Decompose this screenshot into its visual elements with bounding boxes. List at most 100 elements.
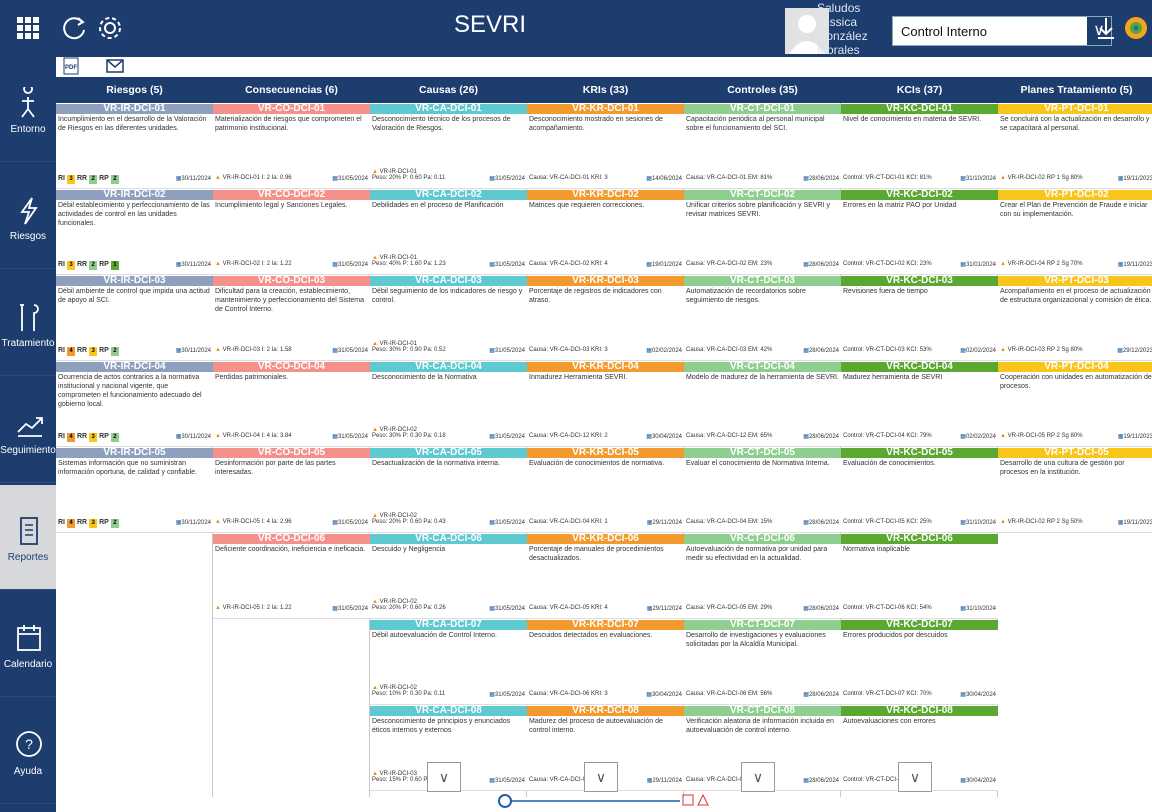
column-header[interactable]: KCIs (37) [841,77,998,103]
card-code[interactable]: VR-CO-DCI-01 [213,104,370,114]
item-card[interactable]: VR-KC-DCI-03 Revisiones fuera de tiempo Co… [841,276,998,361]
card-code[interactable]: VR-CA-DCI-01 [370,104,527,114]
card-code[interactable]: VR-CA-DCI-04 [370,362,527,372]
item-card[interactable]: VR-KR-DCI-01 Desconocimiento mostrado en … [527,104,684,189]
item-card[interactable]: VR-IR-DCI-05 Sistemas información que no … [56,448,213,533]
pdf-icon[interactable]: PDF [62,57,80,75]
card-code[interactable]: VR-IR-DCI-02 [56,190,213,200]
card-code[interactable]: VR-KC-DCI-03 [841,276,998,286]
expand-button[interactable]: ∨ [584,762,618,792]
item-card[interactable]: VR-CA-DCI-04 Desconocimiento de la Normat… [370,362,527,447]
sidebar-item-reportes[interactable]: Reportes [0,485,56,590]
column-header[interactable]: Consecuencias (6) [213,77,370,103]
card-code[interactable]: VR-KC-DCI-06 [841,534,998,544]
item-card[interactable]: VR-PT-DCI-05 Desarrollo de una cultura de… [998,448,1152,533]
card-code[interactable]: VR-CT-DCI-06 [684,534,841,544]
card-code[interactable]: VR-PT-DCI-04 [998,362,1152,372]
item-card[interactable]: VR-CT-DCI-01 Capacitación periódica al pe… [684,104,841,189]
item-card[interactable]: VR-KC-DCI-06 Normativa inaplicable Control… [841,534,998,619]
item-card[interactable]: VR-CO-DCI-03 Dificultad para la creación,… [213,276,370,361]
card-code[interactable]: VR-KR-DCI-08 [527,706,684,716]
card-code[interactable]: VR-CA-DCI-06 [370,534,527,544]
item-card[interactable]: VR-IR-DCI-02 Débil establecimiento y perf… [56,190,213,275]
download-icon[interactable] [1090,12,1122,44]
expand-button[interactable]: ∨ [741,762,775,792]
card-code[interactable]: VR-KC-DCI-04 [841,362,998,372]
item-card[interactable]: VR-KC-DCI-04 Madurez herramienta de SEVRI… [841,362,998,447]
card-code[interactable]: VR-KR-DCI-02 [527,190,684,200]
item-card[interactable]: VR-PT-DCI-03 Acompañamiento en el proceso… [998,276,1152,361]
card-code[interactable]: VR-KR-DCI-05 [527,448,684,458]
card-code[interactable]: VR-CA-DCI-08 [370,706,527,716]
column-header[interactable]: KRIs (33) [527,77,684,103]
card-code[interactable]: VR-KR-DCI-01 [527,104,684,114]
sidebar-item-entorno[interactable]: Entorno [0,57,56,162]
item-card[interactable]: VR-CA-DCI-01 Desconocimiento técnico de l… [370,104,527,189]
item-card[interactable]: VR-CO-DCI-04 Perdidas patrimoniales. ▲ VR-… [213,362,370,447]
column-header[interactable]: Planes Tratamiento (5) [998,77,1152,103]
card-code[interactable]: VR-CO-DCI-03 [213,276,370,286]
card-code[interactable]: VR-PT-DCI-03 [998,276,1152,286]
card-code[interactable]: VR-CO-DCI-06 [213,534,370,544]
item-card[interactable]: VR-CO-DCI-02 Incumplimiento legal y Sanci… [213,190,370,275]
card-code[interactable]: VR-IR-DCI-05 [56,448,213,458]
item-card[interactable]: VR-KR-DCI-06 Porcentaje de manuales de pr… [527,534,684,619]
sidebar-item-riesgos[interactable]: Riesgos [0,164,56,269]
card-code[interactable]: VR-CA-DCI-03 [370,276,527,286]
item-card[interactable]: VR-KC-DCI-02 Errores en la matriz PAO por… [841,190,998,275]
sidebar-item-tratamiento[interactable]: Tratamiento [0,271,56,376]
item-card[interactable]: VR-KC-DCI-07 Errores producidos por descu… [841,620,998,705]
item-card[interactable]: VR-KR-DCI-04 Inmadurez Herramienta SEVRI.… [527,362,684,447]
item-card[interactable]: VR-PT-DCI-04 Cooperación con unidades en … [998,362,1152,447]
card-code[interactable]: VR-IR-DCI-01 [56,104,213,114]
apps-grid-icon[interactable] [12,12,44,44]
item-card[interactable]: VR-CA-DCI-07 Débil autoevaluación de Cont… [370,620,527,705]
timeline-slider[interactable] [490,793,720,809]
column-header[interactable]: Riesgos (5) [56,77,213,103]
card-code[interactable]: VR-KR-DCI-06 [527,534,684,544]
item-card[interactable]: VR-CA-DCI-08 Desconocimiento de principio… [370,706,527,792]
card-code[interactable]: VR-CT-DCI-01 [684,104,841,114]
card-code[interactable]: VR-CO-DCI-05 [213,448,370,458]
column-header[interactable]: Controles (35) [684,77,841,103]
card-code[interactable]: VR-CT-DCI-05 [684,448,841,458]
slider-handle[interactable] [498,794,512,808]
card-code[interactable]: VR-CA-DCI-07 [370,620,527,630]
item-card[interactable]: VR-KC-DCI-05 Evaluación de conocimientos.… [841,448,998,533]
item-card[interactable]: VR-CT-DCI-02 Unificar criterios sobre pla… [684,190,841,275]
item-card[interactable]: VR-PT-DCI-01 Se concluirá con la actualiz… [998,104,1152,189]
item-card[interactable]: VR-KC-DCI-08 Autoevaluaciones con errores… [841,706,998,792]
item-card[interactable]: VR-CO-DCI-05 Desinformación por parte de … [213,448,370,533]
item-card[interactable]: VR-KR-DCI-05 Evaluación de conocimientos … [527,448,684,533]
card-code[interactable]: VR-CT-DCI-04 [684,362,841,372]
card-code[interactable]: VR-KC-DCI-01 [841,104,998,114]
item-card[interactable]: VR-CA-DCI-06 Descuido y Negligencia ▲ VR-I… [370,534,527,619]
sidebar-item-seguimiento[interactable]: Seguimiento [0,378,56,483]
item-card[interactable]: VR-KC-DCI-01 Nivel de conocimiento en mat… [841,104,998,189]
item-card[interactable]: VR-PT-DCI-02 Crear el Plan de Prevención … [998,190,1152,275]
sidebar-item-calendario[interactable]: Calendario [0,592,56,697]
card-code[interactable]: VR-KC-DCI-08 [841,706,998,716]
card-code[interactable]: VR-CT-DCI-03 [684,276,841,286]
item-card[interactable]: VR-CT-DCI-03 Automatización de recordator… [684,276,841,361]
column-header[interactable]: Causas (26) [370,77,527,103]
entity-select[interactable]: Control Interno ∨ [892,16,1112,46]
item-card[interactable]: VR-CT-DCI-06 Autoevaluación de normativa … [684,534,841,619]
item-card[interactable]: VR-CA-DCI-05 Desactualización de la norma… [370,448,527,533]
card-code[interactable]: VR-CT-DCI-08 [684,706,841,716]
card-code[interactable]: VR-CT-DCI-07 [684,620,841,630]
card-code[interactable]: VR-KC-DCI-02 [841,190,998,200]
item-card[interactable]: VR-CT-DCI-08 Verificación aleatoria de in… [684,706,841,792]
gear-icon[interactable] [94,12,126,44]
card-code[interactable]: VR-KR-DCI-07 [527,620,684,630]
item-card[interactable]: VR-IR-DCI-03 Débil ambiente de control qu… [56,276,213,361]
card-code[interactable]: VR-IR-DCI-04 [56,362,213,372]
item-card[interactable]: VR-IR-DCI-04 Ocurrencia de actos contrari… [56,362,213,447]
expand-button[interactable]: ∨ [898,762,932,792]
item-card[interactable]: VR-KR-DCI-08 Madurez del proceso de autoe… [527,706,684,792]
card-code[interactable]: VR-CT-DCI-02 [684,190,841,200]
item-card[interactable]: VR-IR-DCI-01 Incumplimiento en el desarro… [56,104,213,189]
sidebar-item-ayuda[interactable]: ? Ayuda [0,699,56,804]
item-card[interactable]: VR-CT-DCI-05 Evaluar el conocimiento de N… [684,448,841,533]
card-code[interactable]: VR-PT-DCI-05 [998,448,1152,458]
